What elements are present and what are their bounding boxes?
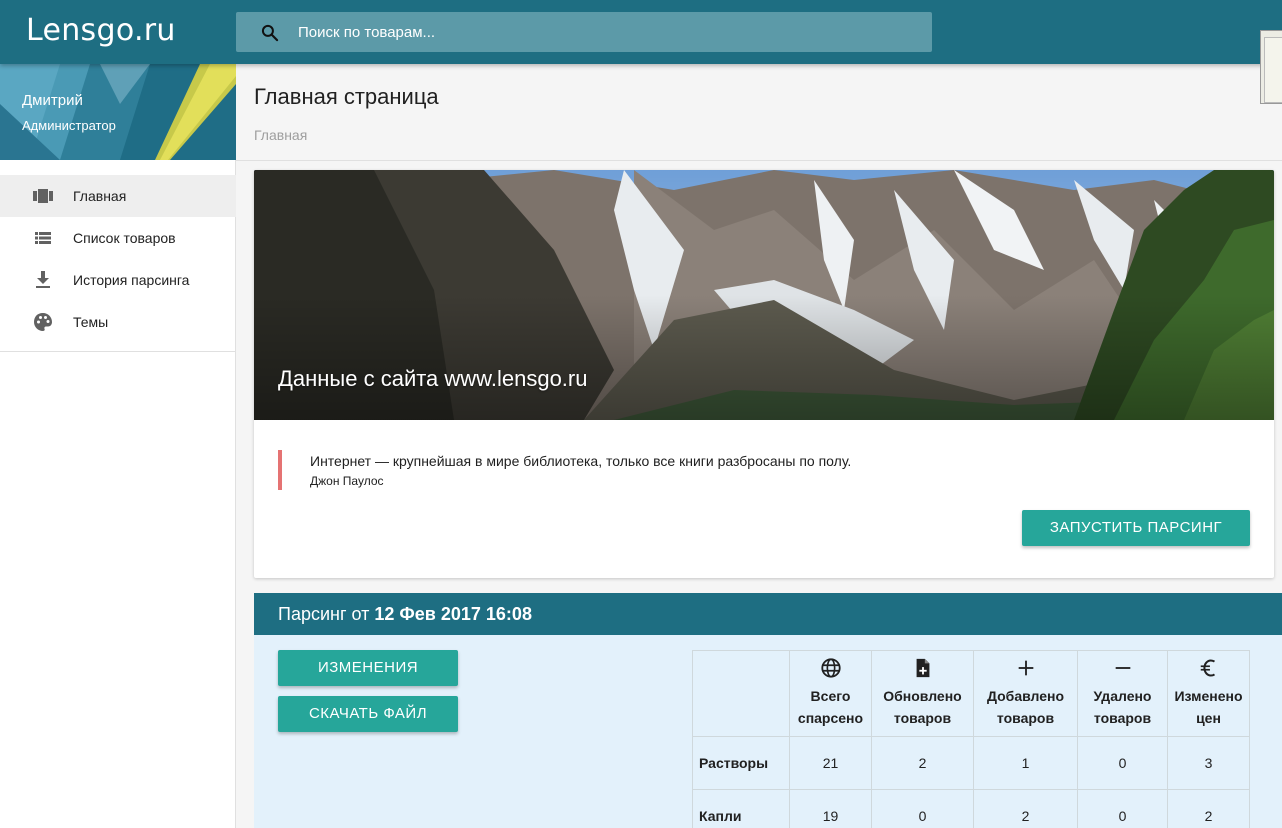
parsing-title: Парсинг от 12 Фев 2017 16:08 — [278, 604, 532, 625]
column-header-line1: Добавлено — [986, 688, 1065, 704]
column-header-line1: Обновлено — [883, 688, 962, 704]
column-header-line2: товаров — [1093, 710, 1152, 726]
page-title: Главная страница — [254, 84, 439, 109]
quote-text: Интернет — крупнейшая в мире библиотека,… — [310, 453, 852, 469]
profile-role: Администратор — [22, 118, 116, 133]
table-cell: 2 — [1167, 789, 1250, 828]
sidebar-item-label: Главная — [73, 188, 127, 204]
sidebar-item-themes[interactable]: Темы — [0, 301, 236, 343]
table-row: Капли 19 0 2 0 2 — [692, 789, 1250, 828]
table-cell: 19 — [789, 789, 872, 828]
hero-title: Данные с сайта www.lensgo.ru — [278, 366, 588, 391]
run-parsing-button[interactable]: Запустить парсинг — [1022, 510, 1250, 546]
table-row: Растворы 21 2 1 0 3 — [692, 736, 1250, 790]
breadcrumb[interactable]: Главная — [254, 127, 307, 143]
globe-icon — [820, 658, 841, 678]
column-header: Всего спарсено — [789, 650, 872, 737]
column-header-line2: цен — [1196, 710, 1221, 726]
download-file-button[interactable]: Скачать файл — [278, 696, 458, 732]
column-header-line1: Удалено — [1093, 688, 1152, 704]
note-add-icon — [916, 658, 929, 678]
sidebar-item-label: История парсинга — [73, 272, 190, 288]
side-widget-panel — [1264, 37, 1282, 103]
side-widget[interactable] — [1260, 30, 1282, 104]
table-cell: 3 — [1167, 736, 1250, 790]
profile-name: Дмитрий — [22, 92, 83, 109]
column-header: Удалено товаров — [1077, 650, 1168, 737]
view-carousel-icon — [33, 189, 53, 203]
page-header: Главная страница Главная — [236, 64, 1282, 161]
column-header: Обновлено товаров — [871, 650, 974, 737]
parsing-card: Парсинг от 12 Фев 2017 16:08 Изменения С… — [254, 593, 1282, 828]
row-label: Капли — [692, 789, 790, 828]
table-cell: 2 — [871, 736, 974, 790]
sidebar-item-home[interactable]: Главная — [0, 175, 236, 217]
table-cell: 1 — [973, 736, 1078, 790]
search-icon[interactable] — [260, 23, 280, 43]
table-cell: 2 — [973, 789, 1078, 828]
changes-button[interactable]: Изменения — [278, 650, 458, 686]
table-cell: 0 — [1077, 736, 1168, 790]
table-cell: 0 — [1077, 789, 1168, 828]
row-label: Растворы — [692, 736, 790, 790]
minus-icon — [1115, 667, 1130, 669]
search-input[interactable] — [298, 12, 898, 52]
parsing-title-prefix: Парсинг от — [278, 604, 370, 624]
app-logo[interactable]: Lensgo.ru — [26, 13, 176, 48]
column-header-line2: спарсено — [797, 710, 864, 726]
parsing-header: Парсинг от 12 Фев 2017 16:08 — [254, 593, 1282, 635]
column-header: Добавлено товаров — [973, 650, 1078, 737]
profile-banner: Дмитрий Администратор — [0, 64, 236, 160]
table-cell: 0 — [871, 789, 974, 828]
column-header-line1: Изменено — [1174, 688, 1243, 704]
sidebar-divider — [0, 351, 236, 352]
download-icon — [36, 271, 50, 288]
column-header-line2: товаров — [893, 710, 952, 726]
table-cell: 21 — [789, 736, 872, 790]
sidebar-item-label: Темы — [73, 314, 109, 330]
column-header-line1: Всего — [810, 688, 851, 704]
sidebar-item-products[interactable]: Список товаров — [0, 217, 236, 259]
palette-icon — [34, 313, 52, 331]
column-header: Изменено цен — [1167, 650, 1250, 737]
top-app-bar: Lensgo.ru — [0, 0, 1282, 64]
column-header-line2: товаров — [996, 710, 1055, 726]
plus-icon — [1018, 660, 1033, 676]
sidebar: Дмитрий Администратор Главная Список тов… — [0, 64, 236, 828]
sidebar-item-history[interactable]: История парсинга — [0, 259, 236, 301]
search-box[interactable] — [236, 12, 932, 52]
table-header-row: Всего спарсено Обновлено товаров Добавле… — [692, 650, 1250, 737]
quote-author: Джон Паулос — [310, 474, 384, 488]
sidebar-nav: Главная Список товаров История парсинга — [0, 175, 236, 343]
parsing-stats-table: Всего спарсено Обновлено товаров Добавле… — [692, 650, 1250, 828]
table-corner-cell — [692, 650, 790, 737]
list-icon — [35, 232, 51, 244]
parsing-date: 12 Фев 2017 16:08 — [374, 604, 532, 624]
profile-background — [0, 64, 236, 160]
quote-block: Интернет — крупнейшая в мире библиотека,… — [278, 450, 851, 490]
hero-card: Данные с сайта www.lensgo.ru Интернет — … — [254, 170, 1274, 578]
sidebar-item-label: Список товаров — [73, 230, 176, 246]
euro-icon — [1200, 659, 1215, 677]
